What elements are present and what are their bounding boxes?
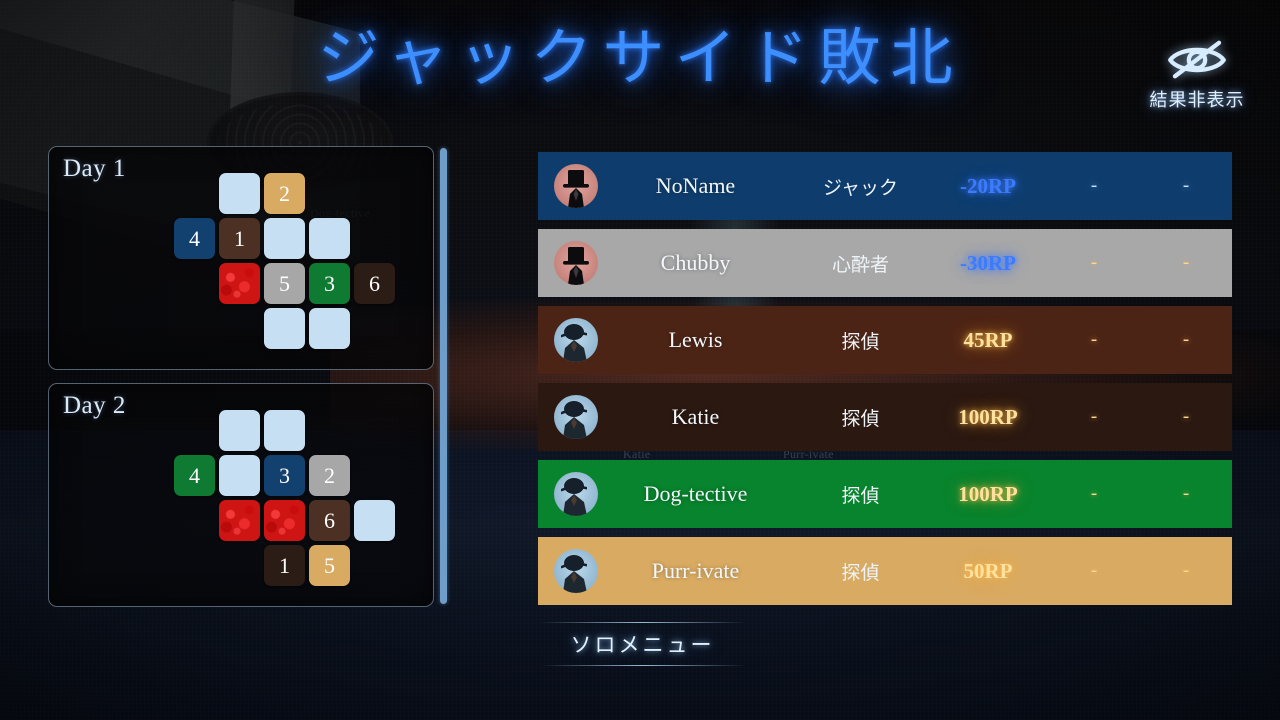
day-1-cell-3-2: 5	[264, 263, 305, 304]
player-column-4: -	[1090, 252, 1098, 273]
vertical-scrollbar[interactable]	[440, 148, 447, 604]
player-column-5: -	[1182, 406, 1190, 427]
player-name: Lewis	[668, 327, 723, 352]
player-column-5: -	[1182, 252, 1190, 273]
solo-menu-label: ソロメニュー	[570, 633, 715, 657]
player-row[interactable]: Purr-ivate 探偵 50RP - -	[538, 537, 1232, 605]
day-2-cell-4-3: 5	[309, 545, 350, 586]
player-role: 探偵	[841, 561, 880, 584]
player-column-4: -	[1090, 406, 1098, 427]
day-2-cell-3-2	[264, 500, 305, 541]
day-2-cell-3-3: 1	[264, 545, 305, 586]
player-column-5: -	[1182, 560, 1190, 581]
player-row[interactable]: Lewis 探偵 45RP - -	[538, 306, 1232, 374]
player-role: ジャック	[822, 176, 899, 199]
day-1-cell-3-3	[264, 308, 305, 349]
day-2-grid: 4 32615	[49, 384, 433, 606]
player-name: Purr-ivate	[651, 558, 740, 583]
day-panel-1: Day 1 241536	[48, 146, 434, 370]
day-1-cell-5-2: 6	[354, 263, 395, 304]
day-1-cell-3-1	[264, 218, 305, 259]
eye-off-icon	[1168, 40, 1226, 79]
player-row[interactable]: Chubby 心酔者 -30RP - -	[538, 229, 1232, 297]
solo-menu-button[interactable]: ソロメニュー	[540, 620, 745, 668]
day-1-cell-2-2	[219, 263, 260, 304]
day-2-cell-2-2	[219, 500, 260, 541]
detective-avatar-icon	[561, 555, 587, 593]
player-results-list: NoName ジャック -20RP - - Chubby 心酔者 -30RP - - Lewis 探偵…	[538, 152, 1232, 614]
hide-results-toggle[interactable]: 結果非表示	[1138, 38, 1256, 112]
detective-avatar-icon	[561, 478, 587, 516]
day-1-cell-2-0	[219, 173, 260, 214]
player-column-5: -	[1182, 483, 1190, 504]
avatar	[554, 549, 598, 593]
day-2-cell-2-0	[219, 410, 260, 451]
avatar	[554, 395, 598, 439]
day-1-grid: 2 41536	[49, 147, 433, 369]
day-1-cell-4-1	[309, 218, 350, 259]
player-row[interactable]: NoName ジャック -20RP - -	[538, 152, 1232, 220]
player-rp: -30RP	[960, 250, 1016, 275]
day-2-cell-3-0	[264, 410, 305, 451]
player-role: 探偵	[841, 330, 880, 353]
player-role: 心酔者	[831, 253, 889, 276]
player-rp: 100RP	[958, 404, 1018, 429]
player-name: Dog-tective	[643, 481, 748, 506]
player-column-4: -	[1090, 483, 1098, 504]
day-panel-2: Day 2 432615	[48, 383, 434, 607]
player-column-4: -	[1090, 560, 1098, 581]
player-rp: 45RP	[963, 327, 1013, 352]
detective-avatar-icon	[561, 324, 587, 362]
player-rp: 50RP	[963, 558, 1013, 583]
player-row[interactable]: Dog-tective 探偵 100RP - -	[538, 460, 1232, 528]
player-column-4: -	[1090, 175, 1098, 196]
avatar	[554, 164, 598, 208]
solo-menu-rule-top	[540, 622, 745, 623]
player-rp: 100RP	[958, 481, 1018, 506]
player-column-5: -	[1182, 329, 1190, 350]
player-role: 探偵	[841, 484, 880, 507]
avatar	[554, 241, 598, 285]
day-1-cell-1-1: 4	[174, 218, 215, 259]
player-name: NoName	[655, 173, 736, 198]
day-1-cell-4-2: 3	[309, 263, 350, 304]
player-row[interactable]: Katie 探偵 100RP - -	[538, 383, 1232, 451]
avatar	[554, 318, 598, 362]
detective-avatar-icon	[561, 401, 587, 439]
player-name: Chubby	[660, 250, 731, 275]
player-column-4: -	[1090, 329, 1098, 350]
hide-results-label: 結果非表示	[1149, 90, 1245, 111]
day-2-cell-2-1	[219, 455, 260, 496]
day-2-cell-4-1: 2	[309, 455, 350, 496]
solo-menu-rule-bottom	[540, 665, 745, 666]
day-1-cell-4-3	[309, 308, 350, 349]
top-hat-avatar-icon	[563, 170, 589, 208]
avatar	[554, 472, 598, 516]
page-title: ジャックサイド敗北	[317, 21, 963, 94]
day-2-cell-5-2	[354, 500, 395, 541]
player-name: Katie	[671, 404, 720, 429]
day-1-cell-3-0: 2	[264, 173, 305, 214]
day-2-cell-3-1: 3	[264, 455, 305, 496]
player-role: 探偵	[841, 407, 880, 430]
player-column-5: -	[1182, 175, 1190, 196]
day-1-cell-2-1: 1	[219, 218, 260, 259]
top-hat-avatar-icon	[563, 247, 589, 285]
day-2-cell-4-2: 6	[309, 500, 350, 541]
day-2-cell-1-1: 4	[174, 455, 215, 496]
player-rp: -20RP	[960, 173, 1016, 198]
